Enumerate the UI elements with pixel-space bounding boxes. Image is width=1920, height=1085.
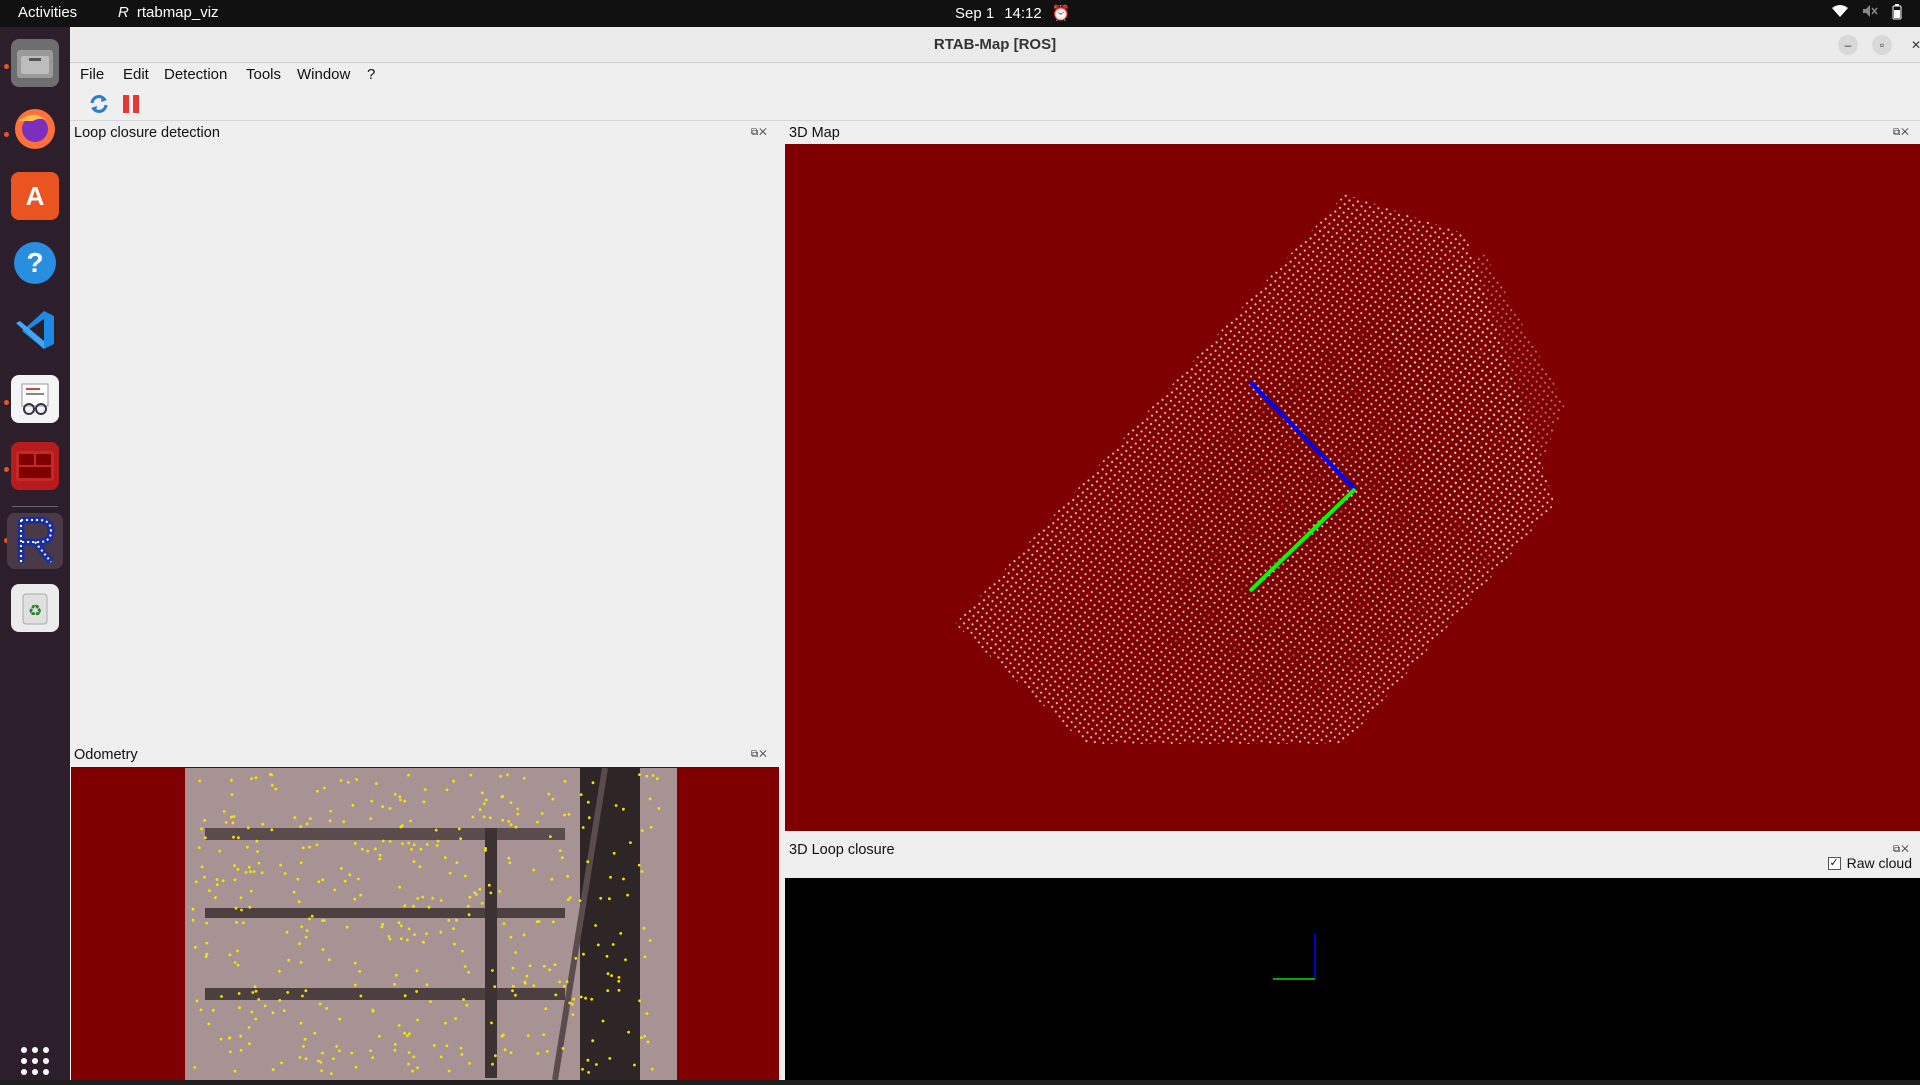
firefox-icon[interactable] [11, 105, 59, 153]
point-cloud [955, 194, 1565, 744]
show-apps-icon[interactable] [11, 1037, 59, 1085]
loop-closure-panel-title: Loop closure detection [74, 125, 220, 141]
vscode-icon[interactable] [11, 306, 59, 354]
odometry-panel-controls[interactable]: ⧉✕ [751, 749, 768, 760]
system-tray[interactable] [1832, 4, 1902, 23]
odometry-panel-title: Odometry [74, 747, 138, 763]
menu-window[interactable]: Window [297, 66, 350, 83]
wifi-icon [1832, 4, 1848, 23]
clock[interactable]: Sep 1 14:12 ⏰ [955, 4, 1071, 23]
camera-features [185, 768, 677, 1080]
loop3d-panel-title: 3D Loop closure [789, 842, 895, 858]
menu-edit[interactable]: Edit [123, 66, 149, 83]
date-label: Sep 1 [955, 4, 995, 22]
menu-file[interactable]: File [80, 66, 104, 83]
minimize-button[interactable]: – [1838, 35, 1858, 55]
battery-icon [1892, 4, 1902, 23]
loop3d-viewport[interactable] [785, 878, 1920, 1080]
refresh-icon[interactable] [88, 93, 110, 115]
dock-separator [12, 506, 58, 507]
volume-muted-icon [1862, 4, 1878, 23]
svg-text:?: ? [26, 247, 43, 278]
map3d-panel-controls[interactable]: ⧉✕ [1893, 127, 1910, 138]
window-title: RTAB-Map [ROS] [933, 36, 1057, 53]
loop-closure-panel-controls[interactable]: ⧉✕ [751, 127, 768, 138]
app-menu[interactable]: R rtabmap_viz [118, 4, 219, 21]
document-viewer-icon[interactable] [11, 375, 59, 423]
terminal-icon[interactable] [11, 442, 59, 490]
help-icon[interactable]: ? [11, 239, 59, 287]
app-center-icon[interactable]: A [11, 172, 59, 220]
raw-cloud-label: Raw cloud [1846, 855, 1912, 871]
running-indicator [4, 467, 9, 472]
map3d-viewport[interactable] [785, 144, 1920, 831]
maximize-button[interactable]: ▫ [1872, 35, 1892, 55]
running-indicator [4, 64, 9, 69]
gnome-top-bar: Activities R rtabmap_viz Sep 1 14:12 ⏰ [0, 0, 1920, 27]
files-icon[interactable] [11, 39, 59, 87]
alarm-icon: ⏰ [1051, 5, 1071, 22]
running-indicator [4, 132, 9, 137]
loop-closure-panel [70, 151, 783, 791]
pause-icon[interactable] [120, 93, 142, 115]
main-toolbar [70, 87, 1920, 121]
ubuntu-dock: A ? ♻ [0, 27, 70, 1080]
odometry-view[interactable] [71, 767, 779, 1080]
loop3d-axes [1273, 934, 1316, 980]
raw-cloud-check-icon[interactable]: ✓ [1827, 856, 1841, 870]
svg-text:♻: ♻ [28, 601, 42, 620]
menu-bar: File Edit Detection Tools Window ? [70, 63, 1920, 87]
close-button[interactable]: ✕ [1906, 35, 1920, 55]
rtabmap-small-icon: R [118, 4, 129, 21]
rtabmap-window: RTAB-Map [ROS] – ▫ ✕ File Edit Detection… [70, 27, 1920, 1080]
raw-cloud-checkbox[interactable]: ✓ Raw cloud [1827, 855, 1912, 871]
map3d-panel-title: 3D Map [789, 125, 840, 141]
rtabmap-icon[interactable] [7, 513, 63, 569]
menu-detection[interactable]: Detection [164, 66, 227, 83]
window-titlebar[interactable]: RTAB-Map [ROS] – ▫ ✕ [70, 27, 1920, 63]
menu-help[interactable]: ? [367, 66, 375, 83]
loop3d-panel-controls[interactable]: ⧉✕ [1893, 844, 1910, 855]
activities-button[interactable]: Activities [18, 4, 77, 21]
running-indicator [4, 400, 9, 405]
time-label: 14:12 [1004, 4, 1042, 22]
app-name-label: rtabmap_viz [136, 4, 219, 21]
camera-image [185, 768, 677, 1080]
trash-icon[interactable]: ♻ [11, 584, 59, 632]
menu-tools[interactable]: Tools [246, 66, 281, 83]
